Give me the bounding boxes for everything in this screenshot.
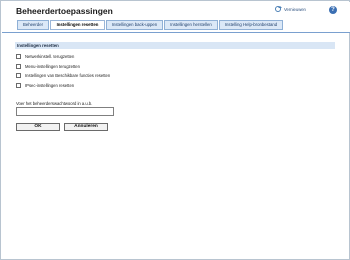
option-label: Menu-instellingen terugzetten (25, 63, 80, 69)
option-ipsec-reset[interactable]: IPsec-instellingen resetten (16, 82, 74, 88)
tab-instelling-help-bronbestand[interactable]: Instelling Help-bronbestand (219, 20, 283, 30)
option-network-reset[interactable]: Netwerkinstell. terugzetten (16, 53, 74, 59)
ok-button[interactable]: OK (16, 123, 60, 131)
header: Beheerdertoepassingen Vernieuwen ? (2, 2, 350, 19)
option-label: Netwerkinstell. terugzetten (25, 53, 75, 59)
option-label: IPsec-instellingen resetten (25, 82, 75, 88)
option-menu-reset[interactable]: Menu-instellingen terugzetten (16, 63, 80, 69)
cancel-button[interactable]: Annuleren (64, 123, 108, 131)
password-label: Voer het beheerderswachtwoord in a.u.b. (16, 101, 93, 106)
checkbox[interactable] (16, 82, 21, 88)
help-icon[interactable]: ? (329, 6, 337, 14)
tab-instellingen-resetten[interactable]: Instellingen resetten (50, 20, 105, 30)
refresh-label: Vernieuwen (284, 6, 306, 12)
tab-bar: Beheerder Instellingen resetten Instelli… (2, 19, 350, 33)
section-title: Instellingen resetten (15, 42, 335, 49)
password-field[interactable] (16, 107, 114, 116)
checkbox[interactable] (16, 72, 21, 78)
refresh-icon (275, 6, 282, 12)
page-title: Beheerdertoepassingen (16, 6, 113, 16)
option-label: Instellingen van Beschikbare functies re… (25, 72, 111, 78)
option-functions-reset[interactable]: Instellingen van Beschikbare functies re… (16, 72, 110, 78)
tab-instellingen-back-uppen[interactable]: Instellingen back-uppen (106, 20, 163, 30)
checkbox[interactable] (16, 63, 21, 69)
tab-beheerder[interactable]: Beheerder (17, 20, 49, 30)
refresh-link[interactable]: Vernieuwen (275, 6, 306, 12)
tab-instellingen-herstellen[interactable]: Instellingen herstellen (164, 20, 218, 30)
checkbox[interactable] (16, 53, 21, 59)
tab-divider (2, 32, 350, 33)
admin-window: Beheerdertoepassingen Vernieuwen ? Behee… (0, 0, 350, 260)
